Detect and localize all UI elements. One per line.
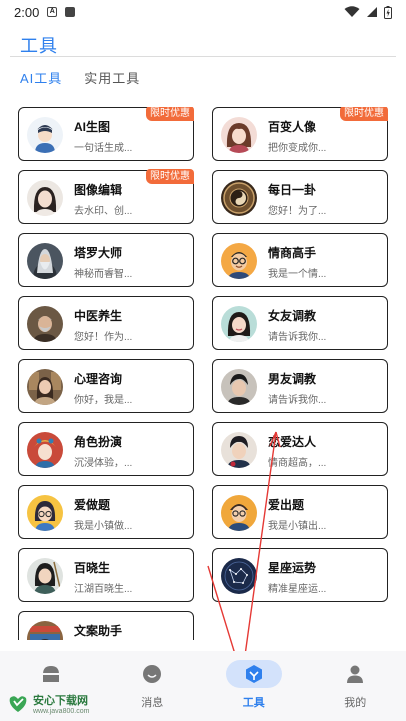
tool-card[interactable]: 图像编辑 去水印、创... 限时优惠: [18, 169, 194, 224]
tool-card[interactable]: 百变人像 把你变成你... 限时优惠: [212, 107, 388, 161]
student-girl-icon: [27, 495, 63, 531]
promo-badge: 限时优惠: [146, 169, 194, 184]
tool-desc: 去水印、创...: [74, 206, 133, 217]
watermark-logo-icon: [9, 696, 27, 712]
tool-card[interactable]: 爱做题 我是小镇做...: [18, 485, 194, 539]
tool-name: 文案助手: [74, 624, 123, 638]
tool-card[interactable]: 文案助手: [18, 611, 194, 640]
status-bar: 2:00 A: [0, 0, 406, 24]
tool-card[interactable]: 塔罗大师 神秘而睿智...: [18, 233, 194, 287]
writer-icon: [27, 621, 63, 640]
tool-desc: 一句话生成...: [74, 143, 133, 154]
tool-desc: 您好！作为...: [74, 332, 133, 343]
signal-icon: [367, 7, 377, 17]
sorcerer-icon: [27, 243, 63, 279]
tool-name: 情商高手: [268, 246, 317, 260]
tool-desc: 把你变成你...: [268, 143, 327, 154]
tool-desc: 情商超高，...: [268, 458, 327, 469]
boy-cartoon-icon: [27, 117, 63, 153]
tab-utility-tools[interactable]: 实用工具: [84, 68, 140, 87]
tool-name: 星座运势: [268, 561, 317, 575]
tool-card[interactable]: 角色扮演 沉浸体验，...: [18, 422, 194, 476]
tool-card[interactable]: 心理咨询 你好，我是...: [18, 359, 194, 413]
nav-profile-label: 我的: [344, 697, 367, 709]
tools-cube-icon: [225, 660, 282, 688]
girl-portrait-icon: [221, 117, 257, 153]
tool-card[interactable]: 女友调教 请告诉我你...: [212, 296, 388, 350]
tool-name: 女友调教: [268, 309, 317, 323]
tool-desc: 沉浸体验，...: [74, 458, 133, 469]
tool-card[interactable]: 星座运势 精准星座运...: [212, 548, 388, 602]
tool-name: 爱做题: [74, 498, 111, 512]
tool-card[interactable]: 情商高手 我是一个情...: [212, 233, 388, 287]
title-divider: [10, 56, 396, 57]
counselor-icon: [27, 369, 63, 405]
woman-portrait-icon: [27, 180, 63, 216]
status-time: 2:00: [14, 4, 40, 20]
tab-ai-tools[interactable]: AI工具: [20, 68, 62, 87]
tool-desc: 我是一个情...: [268, 269, 327, 280]
nav-messages-label: 消息: [141, 697, 164, 709]
tool-name: 百变人像: [268, 120, 317, 134]
opera-icon: [27, 432, 63, 468]
notification-square-icon: [65, 7, 76, 17]
tool-name: 男友调教: [268, 372, 317, 386]
tool-card[interactable]: 恋爱达人 情商超高，...: [212, 422, 388, 476]
boyfriend-icon: [221, 369, 257, 405]
tool-desc: 我是小镇做...: [74, 521, 133, 532]
watermark-text: 安心下载网: [33, 694, 88, 707]
old-doctor-icon: [27, 306, 63, 342]
tool-desc: 您好！为了...: [268, 206, 327, 217]
promo-badge: 限时优惠: [340, 107, 388, 121]
tool-name: AI生图: [74, 120, 111, 134]
tool-card[interactable]: 百晓生 江湖百晓生...: [18, 548, 194, 602]
home-icon: [23, 660, 79, 688]
tool-desc: 请告诉我你...: [268, 395, 327, 406]
nav-tools-label: 工具: [242, 697, 265, 709]
swordsman-icon: [27, 558, 63, 594]
tool-name: 爱出题: [268, 498, 305, 512]
tool-card[interactable]: 中医养生 您好！作为...: [18, 296, 194, 350]
tool-name: 中医养生: [74, 309, 123, 323]
tool-name: 恋爱达人: [268, 435, 317, 449]
glasses-man-icon: [221, 243, 257, 279]
message-icon: [124, 660, 180, 688]
tool-grid: AI生图 一句话生成... 限时优惠 百变人像 把你变成你... 限时优惠 图像…: [18, 107, 390, 640]
tool-name: 图像编辑: [74, 183, 123, 197]
tool-desc: 精准星座运...: [268, 584, 327, 595]
tool-card[interactable]: 爱出题 我是小镇出...: [212, 485, 388, 539]
nav-tools[interactable]: 工具: [203, 651, 305, 721]
constellation-icon: [221, 558, 257, 594]
girlfriend-icon: [221, 306, 257, 342]
tool-desc: 江湖百晓生...: [74, 584, 133, 595]
tool-name: 百晓生: [74, 561, 111, 575]
nav-messages[interactable]: 消息: [102, 651, 204, 721]
romance-man-icon: [221, 432, 257, 468]
notification-a-icon: A: [47, 7, 58, 17]
tool-card[interactable]: 男友调教 请告诉我你...: [212, 359, 388, 413]
promo-badge: 限时优惠: [146, 107, 194, 121]
tool-desc: 神秘而睿智...: [74, 269, 133, 280]
tool-name: 心理咨询: [74, 372, 123, 386]
nav-profile[interactable]: 我的: [305, 651, 406, 721]
tool-card[interactable]: 每日一卦 您好！为了...: [212, 170, 388, 224]
tool-name: 每日一卦: [268, 183, 317, 197]
teacher-icon: [221, 495, 257, 531]
wifi-icon: [344, 6, 360, 17]
watermark: 安心下载网 www.java800.com: [6, 688, 106, 718]
bagua-icon: [221, 180, 257, 216]
tool-card[interactable]: AI生图 一句话生成... 限时优惠: [18, 107, 194, 161]
tool-name: 塔罗大师: [74, 246, 123, 260]
watermark-url: www.java800.com: [33, 707, 90, 715]
profile-icon: [327, 660, 383, 688]
tool-desc: 你好，我是...: [74, 395, 133, 406]
tool-desc: 请告诉我你...: [268, 332, 327, 343]
battery-icon: [384, 5, 392, 19]
page-title: 工具: [20, 36, 58, 56]
tool-name: 角色扮演: [74, 435, 123, 449]
tab-bar: AI工具 实用工具: [20, 68, 140, 87]
tool-desc: 我是小镇出...: [268, 521, 327, 532]
